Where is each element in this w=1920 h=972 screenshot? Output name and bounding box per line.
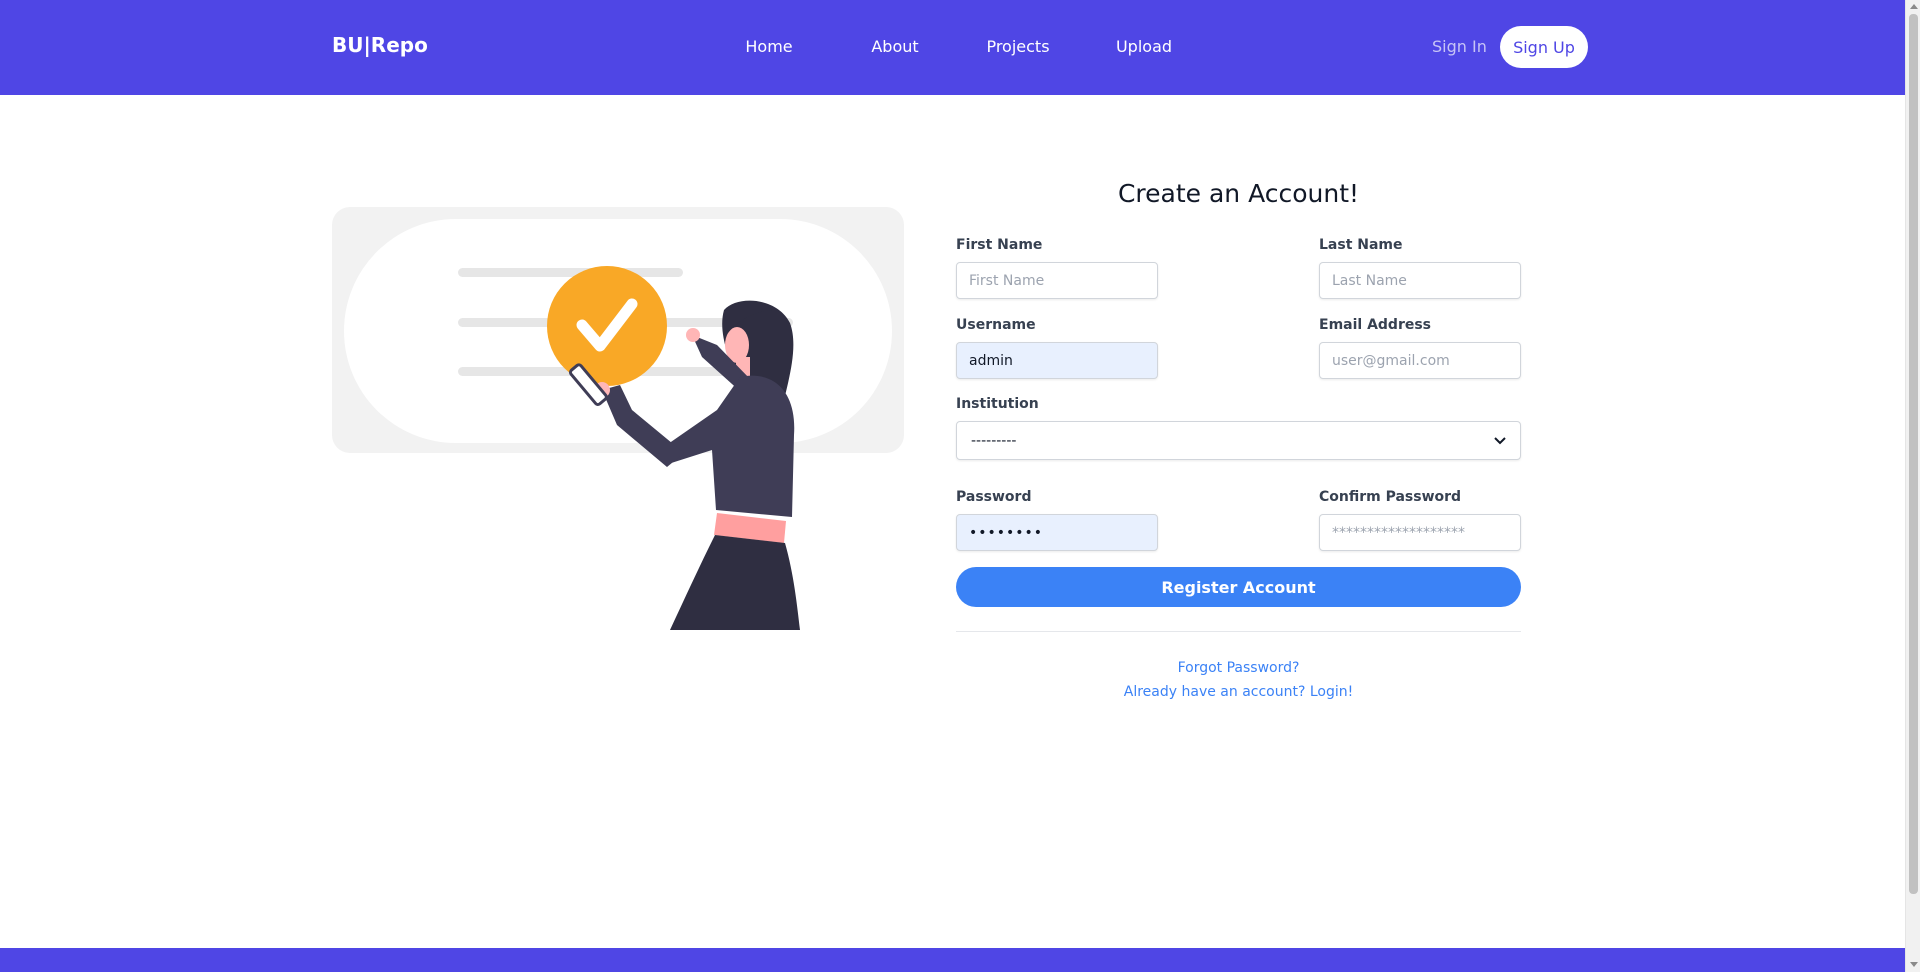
- forgot-password-link[interactable]: Forgot Password?: [956, 660, 1521, 676]
- last-name-input[interactable]: [1319, 262, 1521, 299]
- institution-label: Institution: [956, 396, 1039, 412]
- brand-logo[interactable]: BU|Repo: [332, 33, 428, 57]
- confirm-password-input[interactable]: [1319, 514, 1521, 551]
- sign-up-button[interactable]: Sign Up: [1500, 26, 1588, 68]
- username-input[interactable]: [956, 342, 1158, 379]
- sign-in-link[interactable]: Sign In: [1432, 37, 1487, 56]
- form-divider: [956, 631, 1521, 632]
- institution-select[interactable]: ---------: [956, 421, 1521, 460]
- nav-link-upload[interactable]: Upload: [1116, 37, 1172, 56]
- institution-selected-value: ---------: [971, 432, 1017, 449]
- username-label: Username: [956, 317, 1036, 333]
- nav-link-home[interactable]: Home: [745, 37, 792, 56]
- nav-link-projects[interactable]: Projects: [986, 37, 1049, 56]
- chevron-down-icon: [1494, 436, 1506, 444]
- scroll-down-icon[interactable]: [1910, 962, 1918, 967]
- account-illustration: [332, 207, 904, 630]
- first-name-input[interactable]: [956, 262, 1158, 299]
- scroll-up-icon[interactable]: [1910, 4, 1918, 9]
- register-account-button[interactable]: Register Account: [956, 567, 1521, 607]
- page: BU|Repo Home About Projects Upload Sign …: [0, 0, 1920, 972]
- email-label: Email Address: [1319, 317, 1432, 333]
- login-link[interactable]: Already have an account? Login!: [956, 684, 1521, 700]
- form-title: Create an Account!: [1117, 179, 1360, 208]
- last-name-label: Last Name: [1319, 237, 1403, 253]
- first-name-label: First Name: [956, 237, 1043, 253]
- password-input[interactable]: [956, 514, 1158, 551]
- check-circle: [547, 266, 667, 386]
- navbar: BU|Repo Home About Projects Upload Sign …: [0, 0, 1905, 95]
- password-label: Password: [956, 489, 1032, 505]
- confirm-password-label: Confirm Password: [1319, 489, 1462, 505]
- scrollbar-thumb[interactable]: [1909, 14, 1918, 894]
- footer-bar: [0, 948, 1905, 972]
- scrollbar[interactable]: [1905, 0, 1920, 972]
- nav-link-about[interactable]: About: [871, 37, 918, 56]
- illustration-line: [458, 268, 683, 277]
- email-input[interactable]: [1319, 342, 1521, 379]
